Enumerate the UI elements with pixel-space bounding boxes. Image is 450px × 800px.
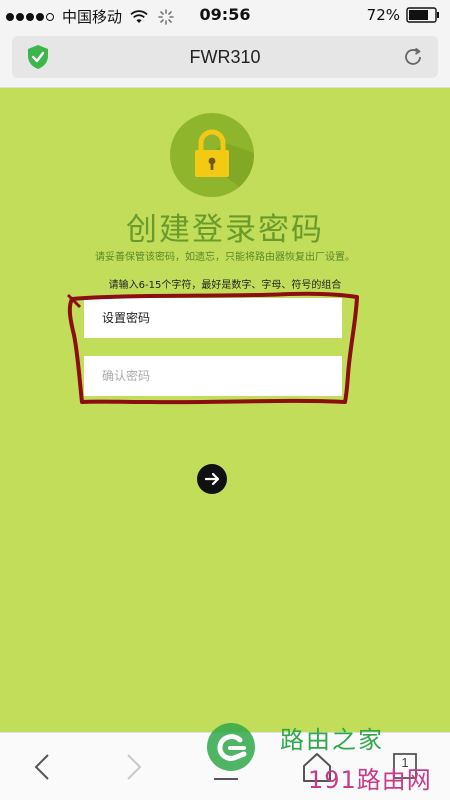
browser-address-bar-container: FWR310 [0,30,450,88]
password-hint-text: 请输入6-15个字符，最好是数字、字母、符号的组合 [108,280,342,291]
home-button[interactable] [300,749,334,783]
browser-toolbar: 1 [0,732,450,800]
router-setup-page: 创建登录密码 请妥善保管该密码，如遗忘，只能将路由器恢复出厂设置。 请输入6-1… [0,88,450,732]
next-button[interactable] [197,464,227,494]
status-right: 72% [367,6,440,24]
forward-button[interactable] [118,751,148,783]
loading-spinner-icon [158,8,174,25]
menu-icon [214,778,238,780]
arrow-right-icon [204,472,220,486]
address-bar[interactable]: FWR310 [12,36,438,78]
home-icon [303,753,331,782]
reload-icon[interactable] [402,46,424,68]
chevron-right-icon [127,754,142,780]
tabs-count: 1 [401,755,409,770]
page-title: 创建登录密码 [126,212,324,248]
lock-icon [195,129,254,197]
status-bar: 中国移动 09:56 72% [0,0,450,30]
lock-badge [170,113,254,197]
battery-percent: 72% [366,6,400,24]
page-url-title: FWR310 [189,47,261,67]
battery-icon [406,7,439,23]
signal-strength-icon [6,12,54,21]
status-left: 中国移动 [6,6,174,27]
menu-button[interactable] [208,749,244,785]
carrier-name: 中国移动 [62,8,123,26]
chevron-left-icon [34,754,49,780]
password-warning-text: 请妥善保管该密码，如遗忘，只能将路由器恢复出厂设置。 [95,252,355,263]
confirm-password-input[interactable] [84,356,342,396]
tabs-button[interactable]: 1 [392,751,422,783]
set-password-input[interactable] [84,298,342,338]
wifi-icon [130,9,148,23]
back-button[interactable] [28,751,58,783]
